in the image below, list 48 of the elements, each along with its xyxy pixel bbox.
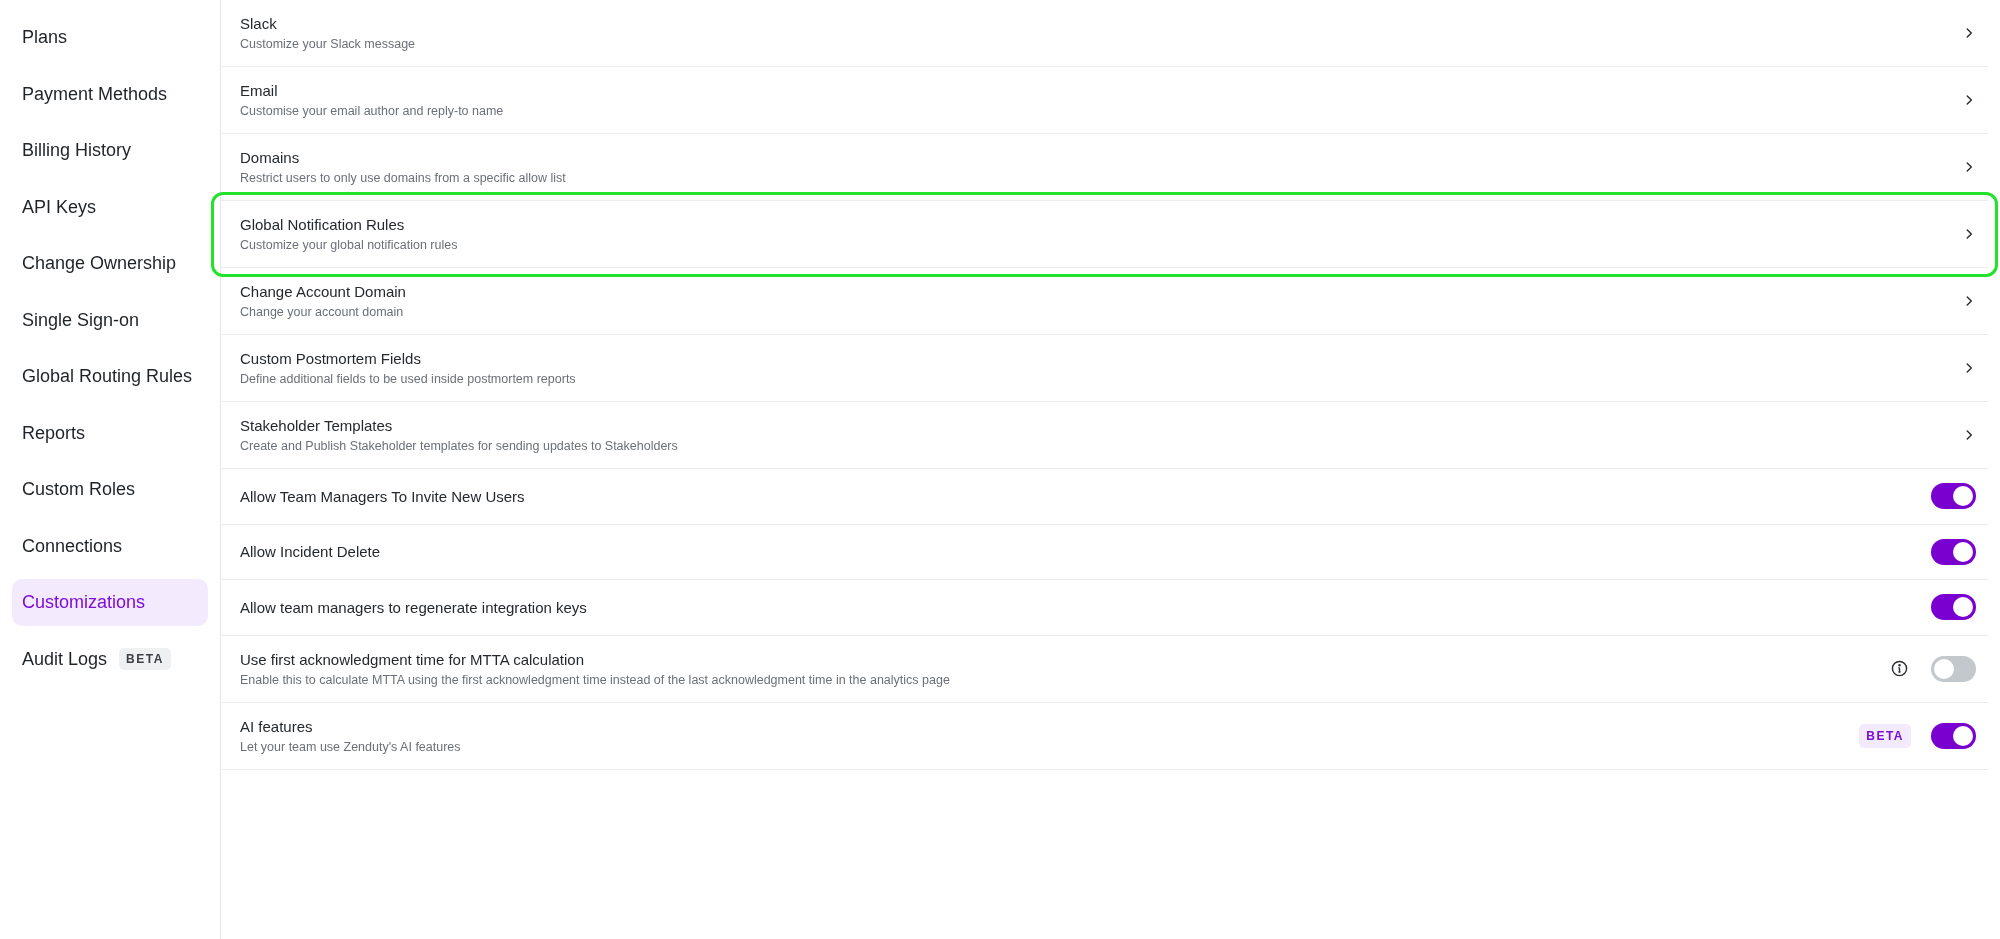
- info-icon[interactable]: [1891, 660, 1908, 677]
- setting-title: Change Account Domain: [240, 283, 407, 300]
- setting-description: Restrict users to only use domains from a specific allow list: [240, 171, 567, 185]
- setting-description: Create and Publish Stakeholder templates for sending updates to Stakeholders: [240, 439, 679, 453]
- setting-title: Allow Incident Delete: [240, 543, 382, 561]
- setting-description: Customize your global notification rules: [240, 238, 459, 252]
- setting-description: Change your account domain: [240, 305, 405, 319]
- sidebar-item[interactable]: Change Ownership: [12, 240, 208, 287]
- setting-description: Customise your email author and reply-to name: [240, 104, 505, 118]
- setting-title: Allow Team Managers To Invite New Users: [240, 487, 526, 505]
- sidebar-item[interactable]: Plans: [12, 14, 208, 61]
- toggle-switch[interactable]: [1931, 722, 1976, 749]
- sidebar-item[interactable]: Connections: [12, 522, 208, 570]
- setting-title: Domains: [240, 149, 301, 166]
- setting-description: Define additional fields to be used inside postmortem reports: [240, 372, 577, 386]
- sidebar-item[interactable]: Single Sign-on: [12, 296, 208, 344]
- sidebar-item[interactable]: Audit Logs BETA: [12, 635, 208, 683]
- settings-row[interactable]: Change Account Domain Change your account domain: [221, 268, 1988, 335]
- setting-title: AI features: [240, 717, 314, 735]
- sidebar-item[interactable]: API Keys: [12, 183, 208, 231]
- setting-title: Use first acknowledgment time for MTTA calculation: [240, 650, 585, 668]
- beta-badge: BETA: [119, 648, 171, 670]
- sidebar-item[interactable]: Billing History: [12, 127, 208, 174]
- settings-row[interactable]: Domains Restrict users to only use domains from a specific allow list: [221, 134, 1988, 201]
- settings-row[interactable]: Stakeholder Templates Create and Publish Stakeholder templates for sending updates to Stakeholders: [221, 402, 1988, 469]
- settings-row[interactable]: Custom Postmortem Fields Define additional fields to be used inside postmortem reports: [221, 335, 1988, 402]
- sidebar-item[interactable]: Payment Methods: [12, 70, 208, 118]
- setting-title: Stakeholder Templates: [240, 417, 394, 434]
- settings-row[interactable]: Email Customise your email author and reply-to name: [221, 67, 1988, 134]
- setting-description: Enable this to calculate MTTA using the first acknowledgment time instead of the last acknowledgment time in the analytics page: [240, 672, 951, 687]
- setting-title: Email: [240, 82, 279, 99]
- toggle-switch[interactable]: [1931, 538, 1976, 565]
- setting-description: Customize your Slack message: [240, 37, 417, 51]
- settings-row[interactable]: Global Notification Rules Customize your global notification rules: [221, 201, 1988, 268]
- sidebar-item[interactable]: Reports: [12, 409, 208, 457]
- sidebar-item[interactable]: Customizations: [12, 579, 208, 626]
- sidebar-item[interactable]: Global Routing Rules: [12, 353, 208, 400]
- toggle-switch[interactable]: [1931, 594, 1976, 621]
- settings-row[interactable]: Slack Customize your Slack message: [221, 0, 1988, 67]
- setting-description: Let your team use Zenduty's AI features: [240, 739, 462, 754]
- setting-title: Slack: [240, 15, 278, 32]
- toggle-switch[interactable]: [1931, 655, 1976, 682]
- setting-title: Allow team managers to regenerate integration keys: [240, 598, 588, 616]
- sidebar-item[interactable]: Custom Roles: [12, 466, 208, 513]
- toggle-switch[interactable]: [1931, 483, 1976, 510]
- beta-badge: BETA: [1859, 723, 1911, 748]
- setting-title: Global Notification Rules: [240, 216, 406, 233]
- setting-title: Custom Postmortem Fields: [240, 350, 422, 367]
